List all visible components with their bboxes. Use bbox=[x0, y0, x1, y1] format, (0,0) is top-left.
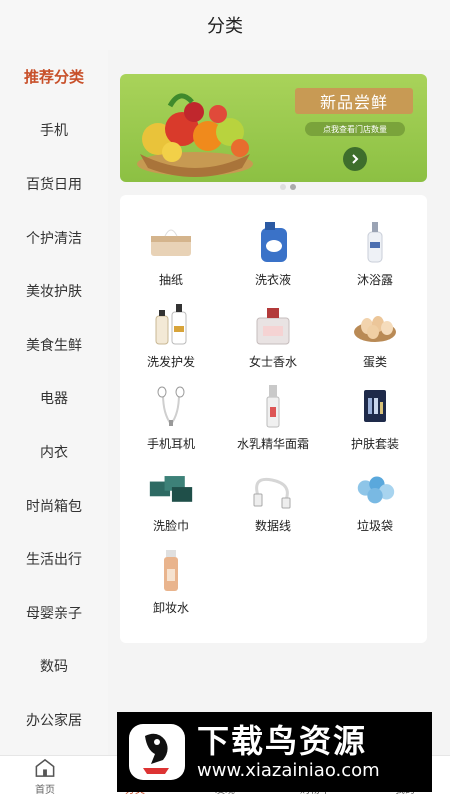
page-title: 分类 bbox=[207, 16, 243, 37]
arrow-right-icon[interactable] bbox=[343, 147, 367, 171]
makeup-remover-icon bbox=[148, 547, 194, 593]
sidebar-item-label: 内衣 bbox=[40, 444, 68, 461]
arrow-right-glyph bbox=[352, 154, 359, 164]
category-label: 数据线 bbox=[254, 519, 291, 533]
category-eggs[interactable]: 蛋类 bbox=[324, 301, 426, 383]
earphones-icon bbox=[148, 383, 194, 429]
category-makeup-remover[interactable]: 卸妆水 bbox=[120, 547, 222, 629]
category-trash-bag[interactable]: 垃圾袋 bbox=[324, 465, 426, 547]
category-label: 水乳精华面霜 bbox=[236, 437, 309, 451]
face-towel-icon bbox=[148, 465, 194, 511]
category-label: 洗衣液 bbox=[254, 273, 291, 287]
category-perfume[interactable]: 女士香水 bbox=[222, 301, 324, 383]
sidebar-item-label: 电器 bbox=[40, 391, 68, 408]
category-grid-card: 抽纸 洗衣液 沐浴露 洗发护发 女士香水 蛋类 手机耳机 水乳精华面霜 护肤套装… bbox=[120, 195, 427, 643]
category-face-towel[interactable]: 洗脸巾 bbox=[120, 465, 222, 547]
sidebar-item-underwear[interactable]: 内衣 bbox=[0, 425, 108, 479]
category-label: 女士香水 bbox=[248, 355, 297, 369]
sidebar-item-label: 数码 bbox=[40, 659, 68, 676]
category-content: 新品尝鲜 点我查看门店数量 抽纸 洗衣液 沐浴露 洗发护发 女士香水 蛋类 手机… bbox=[108, 50, 450, 755]
sidebar-item-phone[interactable]: 手机 bbox=[0, 104, 108, 158]
sidebar-item-beauty[interactable]: 美妆护肤 bbox=[0, 264, 108, 318]
banner-pagination bbox=[280, 184, 296, 190]
category-skincare-set[interactable]: 护肤套装 bbox=[324, 383, 426, 465]
category-label: 护肤套装 bbox=[350, 437, 399, 451]
category-laundry-detergent[interactable]: 洗衣液 bbox=[222, 219, 324, 301]
pagination-dot[interactable] bbox=[280, 184, 286, 190]
sidebar-item-label: 手机 bbox=[40, 123, 68, 140]
shampoo-icon bbox=[148, 301, 194, 347]
category-usb-cable[interactable]: 数据线 bbox=[222, 465, 324, 547]
sidebar-item-label: 时尚箱包 bbox=[26, 498, 82, 515]
watermark-url: www.xiazainiao.com bbox=[197, 760, 380, 781]
category-tissue[interactable]: 抽纸 bbox=[120, 219, 222, 301]
perfume-icon bbox=[250, 301, 296, 347]
lotion-icon bbox=[250, 383, 296, 429]
category-lotion[interactable]: 水乳精华面霜 bbox=[222, 383, 324, 465]
pagination-dot-active[interactable] bbox=[290, 184, 296, 190]
category-shampoo[interactable]: 洗发护发 bbox=[120, 301, 222, 383]
top-header: 分类 bbox=[0, 0, 450, 50]
sidebar-item-fresh-food[interactable]: 美食生鲜 bbox=[0, 318, 108, 372]
usb-cable-icon bbox=[250, 465, 296, 511]
banner-subtext: 点我查看门店数量 bbox=[305, 122, 405, 136]
sidebar-item-digital[interactable]: 数码 bbox=[0, 640, 108, 694]
sidebar-item-label: 美食生鲜 bbox=[26, 337, 82, 354]
category-label: 洗发护发 bbox=[146, 355, 195, 369]
home-icon bbox=[35, 758, 55, 777]
category-label: 抽纸 bbox=[158, 273, 183, 287]
sidebar-item-label: 推荐分类 bbox=[23, 68, 84, 87]
shower-gel-icon bbox=[352, 219, 398, 265]
tab-home[interactable]: 首页 bbox=[0, 756, 90, 800]
laundry-detergent-icon bbox=[250, 219, 296, 265]
sidebar-item-travel[interactable]: 生活出行 bbox=[0, 532, 108, 586]
sidebar-item-recommended[interactable]: 推荐分类 bbox=[0, 50, 108, 104]
watermark-title: 下载鸟资源 bbox=[197, 722, 368, 760]
category-label: 沐浴露 bbox=[356, 273, 393, 287]
bird-logo-icon bbox=[129, 724, 185, 780]
category-earphones[interactable]: 手机耳机 bbox=[120, 383, 222, 465]
sidebar-item-appliances[interactable]: 电器 bbox=[0, 372, 108, 426]
sidebar-item-label: 个护清洁 bbox=[26, 230, 82, 247]
category-label: 手机耳机 bbox=[146, 437, 195, 451]
sidebar-item-bags[interactable]: 时尚箱包 bbox=[0, 479, 108, 533]
sidebar-item-label: 生活出行 bbox=[26, 552, 82, 569]
category-label: 洗脸巾 bbox=[152, 519, 189, 533]
sidebar-item-personal-care[interactable]: 个护清洁 bbox=[0, 211, 108, 265]
category-grid: 抽纸 洗衣液 沐浴露 洗发护发 女士香水 蛋类 手机耳机 水乳精华面霜 护肤套装… bbox=[120, 219, 427, 629]
tissue-box-icon bbox=[148, 219, 194, 265]
trash-bag-icon bbox=[352, 465, 398, 511]
fruit-basket-image bbox=[137, 93, 253, 177]
tab-label: 首页 bbox=[35, 785, 55, 796]
watermark-overlay: 下载鸟资源 www.xiazainiao.com bbox=[117, 712, 432, 792]
sidebar-item-office-home[interactable]: 办公家居 bbox=[0, 693, 108, 747]
sidebar-item-label: 母婴亲子 bbox=[26, 605, 82, 622]
category-sidebar: 推荐分类 手机 百货日用 个护清洁 美妆护肤 美食生鲜 电器 内衣 时尚箱包 生… bbox=[0, 50, 108, 755]
category-label: 卸妆水 bbox=[152, 601, 189, 615]
category-shower-gel[interactable]: 沐浴露 bbox=[324, 219, 426, 301]
category-label: 垃圾袋 bbox=[356, 519, 393, 533]
sidebar-item-label: 百货日用 bbox=[26, 176, 82, 193]
sidebar-item-label: 办公家居 bbox=[26, 712, 82, 729]
promo-banner[interactable]: 新品尝鲜 点我查看门店数量 bbox=[120, 74, 427, 182]
skincare-set-icon bbox=[352, 383, 398, 429]
banner-slogan: 新品尝鲜 bbox=[295, 88, 413, 114]
sidebar-item-baby[interactable]: 母婴亲子 bbox=[0, 586, 108, 640]
category-label: 蛋类 bbox=[362, 355, 387, 369]
eggs-icon bbox=[352, 301, 398, 347]
sidebar-item-label: 美妆护肤 bbox=[26, 284, 82, 301]
sidebar-item-daily-goods[interactable]: 百货日用 bbox=[0, 157, 108, 211]
